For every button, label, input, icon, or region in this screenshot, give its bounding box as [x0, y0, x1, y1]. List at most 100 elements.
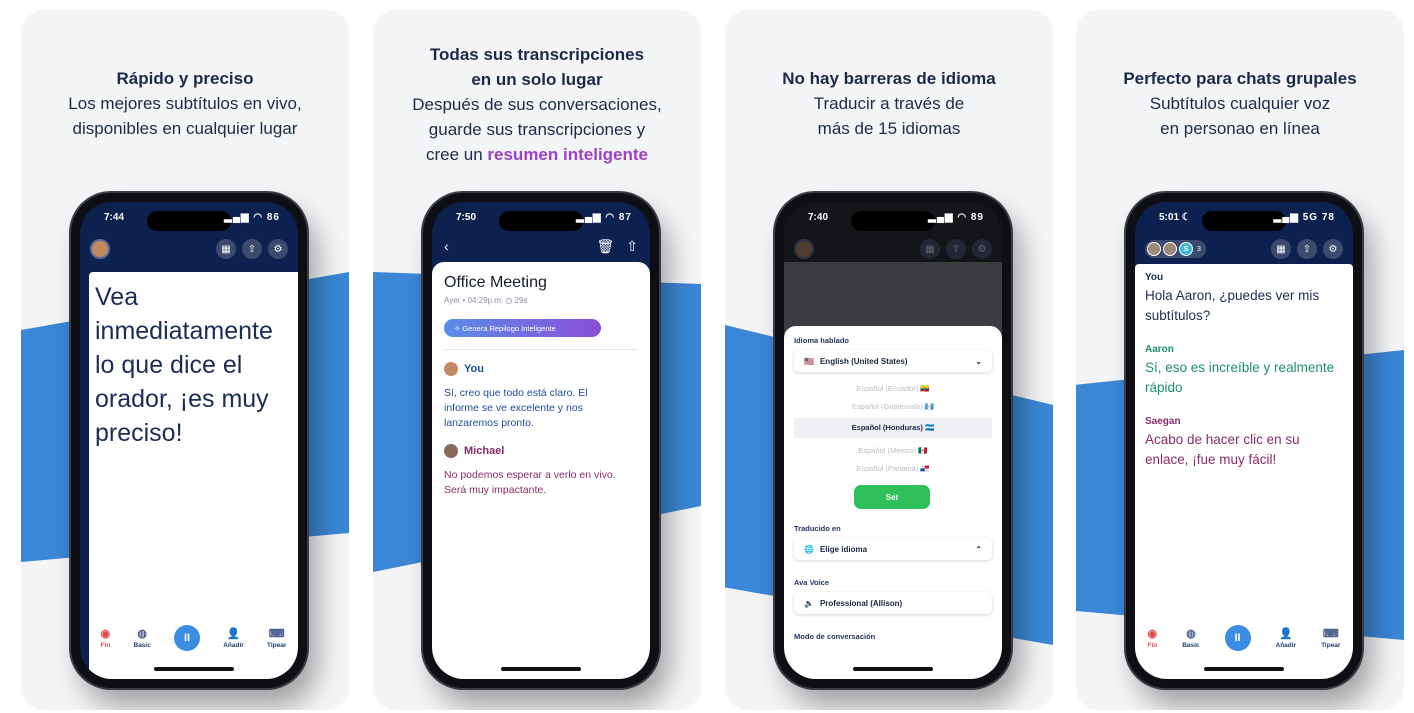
status-bar: 7:40 ▂▄▆ ◠ 89 [808, 212, 984, 223]
end-button[interactable]: ◉ Fin [1147, 628, 1157, 649]
caption-line: disponibles en cualquier lugar [72, 119, 298, 138]
phone-screen: 7:44 ▂▄▆ ◠ 86 ▦ ⇧ ⚙ Vea inmediatamente l… [80, 202, 298, 679]
home-indicator [153, 667, 234, 671]
status-time: 7:40 [808, 212, 829, 223]
keyboard-icon: ⌨ [268, 627, 285, 640]
caption-heading: en un solo lugar [471, 70, 603, 89]
add-button[interactable]: 👤 Añadir [1276, 628, 1297, 649]
card-caption: No hay barreras de idioma Traducir a tra… [725, 66, 1053, 141]
gear-icon[interactable]: ⚙ [268, 239, 288, 259]
speaker-you: You [444, 362, 484, 376]
bottom-toolbar: ◉ Fin ◍ Basic II 👤 Añadir ⌨ Tipear [1135, 621, 1353, 655]
basic-icon: ◍ [137, 627, 147, 640]
chat-text: Hola Aaron, ¿puedes ver mis subtítulos? [1145, 288, 1320, 323]
qr-icon: ▦ [920, 239, 940, 259]
status-battery: ▂▄▆ 5G 78 [1273, 212, 1335, 223]
utterance: No podemos esperar a verlo en vivo. Será… [444, 469, 616, 496]
status-battery: ▂▄▆ ◠ 86 [224, 212, 280, 223]
pause-button[interactable]: II [1224, 625, 1251, 651]
chat-speaker: Aaron [1145, 344, 1174, 355]
type-button[interactable]: ⌨ Tipear [267, 628, 286, 649]
top-toolbar: S 3 ▦ ⇧ ⚙ [1145, 238, 1343, 260]
speaker-michael: Michael [444, 444, 504, 458]
utterance: Sí, creo que todo está claro. El informe… [444, 387, 588, 429]
top-toolbar: ▦ ⇧ ⚙ [90, 238, 288, 260]
voice-select[interactable]: 🔈 Professional (Allison) [794, 592, 992, 614]
record-icon: ◉ [1147, 627, 1158, 640]
phone-screen: 7:50 ▂▄▆ ◠ 87 ‹ 🗑 ⇧ Office Meeting Ayer •… [432, 202, 650, 679]
speaker-icon: 🔈 [804, 598, 814, 608]
card-caption: Perfecto para chats grupales Subtítulos … [1076, 66, 1404, 141]
caption-heading: No hay barreras de idioma [782, 69, 996, 88]
spoken-language-label: Idioma hablado [794, 336, 850, 345]
conversation-mode-label: Modo de conversación [794, 632, 876, 641]
divider [444, 349, 638, 350]
back-icon[interactable]: ‹ [444, 238, 449, 255]
caption-line: Después de sus conversaciones, [412, 95, 662, 114]
basic-button[interactable]: ◍ Basic [1182, 628, 1199, 649]
caption-line: guarde sus transcripciones y [428, 120, 646, 139]
basic-icon: ◍ [1186, 627, 1196, 640]
top-toolbar: ‹ 🗑 ⇧ [444, 238, 638, 255]
phone-screen: 5:01 ☾ ▂▄▆ 5G 78 S 3 ▦ ⇧ ⚙ You Hola Aaro… [1135, 202, 1353, 679]
pause-button[interactable]: II [174, 625, 201, 651]
top-toolbar: ▦ ⇧ ⚙ [794, 238, 992, 260]
avatar [1163, 242, 1177, 256]
add-user-icon: 👤 [1278, 627, 1293, 640]
phone-mockup: 7:40 ▂▄▆ ◠ 89 ▦ ⇧ ⚙ Idioma hablado 🇺🇸 Eng… [775, 193, 1011, 688]
gear-icon[interactable]: ⚙ [1323, 239, 1343, 259]
status-battery: ▂▄▆ ◠ 89 [928, 212, 984, 223]
chat-speaker: Saegan [1145, 416, 1181, 427]
status-bar: 7:44 ▂▄▆ ◠ 86 [104, 212, 280, 223]
trash-icon[interactable]: 🗑 [596, 238, 614, 254]
phone-mockup: 7:44 ▂▄▆ ◠ 86 ▦ ⇧ ⚙ Vea inmediatamente l… [71, 193, 307, 688]
phone-mockup: 5:01 ☾ ▂▄▆ 5G 78 S 3 ▦ ⇧ ⚙ You Hola Aaro… [1126, 193, 1362, 688]
share-icon[interactable]: ⇧ [1297, 239, 1317, 259]
qr-icon[interactable]: ▦ [216, 239, 236, 259]
promo-card-3: No hay barreras de idioma Traducir a tra… [725, 10, 1053, 710]
add-button[interactable]: 👤 Añadir [223, 628, 244, 649]
translated-language-select[interactable]: 🌐 Elige idioma ⌃ [794, 538, 992, 560]
type-button[interactable]: ⌨ Tipear [1321, 628, 1340, 649]
language-option[interactable]: Español (Guatemala) 🇬🇹 [794, 402, 992, 411]
chat-panel: You Hola Aaron, ¿puedes ver mis subtítul… [1135, 264, 1353, 679]
spoken-language-select[interactable]: 🇺🇸 English (United States) ⌄ [794, 350, 992, 372]
language-sheet: Idioma hablado 🇺🇸 English (United States)… [784, 326, 1002, 679]
avatar[interactable] [90, 239, 110, 259]
language-option[interactable]: Español (Mexico) 🇲🇽 [794, 446, 992, 455]
avatar [444, 444, 458, 458]
caption-heading: Todas sus transcripciones [429, 45, 645, 64]
language-option[interactable]: Español (Ecuador) 🇪🇨 [794, 384, 992, 393]
meeting-title: Office Meeting [444, 274, 547, 291]
caption-panel: Vea inmediatamente lo que dice el orador… [89, 272, 298, 679]
set-button[interactable]: Set [854, 485, 930, 509]
language-option[interactable]: Español (Panama) 🇵🇦 [794, 464, 992, 473]
caption-heading: Perfecto para chats grupales [1123, 69, 1357, 88]
promo-card-1: Rápido y preciso Los mejores subtítulos … [21, 10, 349, 710]
end-button[interactable]: ◉ Fin [101, 628, 111, 649]
live-transcript: Vea inmediatamente lo que dice el orador… [95, 283, 273, 447]
card-caption: Rápido y preciso Los mejores subtítulos … [21, 66, 349, 141]
record-icon: ◉ [100, 627, 111, 640]
home-indicator [1204, 667, 1284, 671]
avatar: S [1179, 242, 1193, 256]
avatar [1147, 242, 1161, 256]
status-bar: 7:50 ▂▄▆ ◠ 87 [456, 212, 632, 223]
transcript-panel: Office Meeting Ayer • 04:29p.m. ◷ 29s ✧ … [432, 262, 650, 679]
generate-summary-button[interactable]: ✧ Genera Repilogo Inteligente [444, 319, 601, 337]
dimmed-backdrop [784, 262, 1002, 336]
home-indicator [853, 667, 933, 671]
basic-button[interactable]: ◍ Basic [134, 628, 151, 649]
language-option-selected[interactable]: Español (Honduras) 🇭🇳 [794, 418, 992, 438]
caption-line: en personao en línea [1160, 119, 1320, 138]
status-battery: ▂▄▆ ◠ 87 [576, 212, 632, 223]
add-user-icon: 👤 [226, 627, 241, 640]
chevron-down-icon: ⌄ [975, 356, 982, 366]
participants-group[interactable]: S 3 [1145, 240, 1206, 258]
participants-count: 3 [1197, 245, 1201, 253]
keyboard-icon: ⌨ [1322, 627, 1339, 640]
avatar [794, 239, 814, 259]
share-icon[interactable]: ⇧ [626, 238, 638, 254]
qr-icon[interactable]: ▦ [1271, 239, 1291, 259]
share-icon[interactable]: ⇧ [242, 239, 262, 259]
